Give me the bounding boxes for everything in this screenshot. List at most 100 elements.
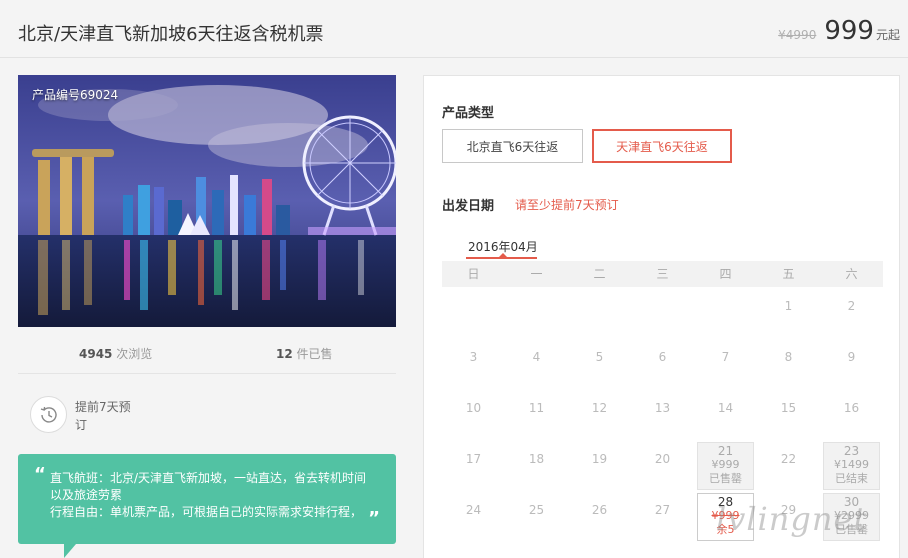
calendar-day-number: 22 <box>780 452 797 466</box>
calendar-day-number: 15 <box>780 401 797 415</box>
sold-stat: 12 件已售 <box>276 345 333 362</box>
calendar-day: 18 <box>505 441 568 492</box>
calendar-day-number: 3 <box>469 350 478 364</box>
calendar-day-number: 4 <box>532 350 541 364</box>
calendar-day-number: 29 <box>780 503 797 517</box>
calendar-day-number: 17 <box>465 452 482 466</box>
month-underline <box>466 257 537 259</box>
calendar-day: 22 <box>757 441 820 492</box>
calendar-day: 17 <box>442 441 505 492</box>
feature-line-2: 行程自由：单机票产品，可根据自己的实际需求安排行程， <box>50 505 363 519</box>
calendar-day: 26 <box>568 492 631 543</box>
close-quote-icon: ” <box>368 508 380 529</box>
departure-date-label: 出发日期 <box>442 199 495 214</box>
weekday-header: 日 一 二 三 四 五 六 <box>442 261 883 287</box>
weekday: 四 <box>719 267 732 281</box>
calendar-day-number: 18 <box>528 452 545 466</box>
calendar-day[interactable]: 21 ¥999 已售罄 <box>694 441 757 492</box>
calendar-week: 12 <box>442 288 883 339</box>
calendar-day-number: 13 <box>654 401 671 415</box>
type-option-tianjin[interactable]: 天津直飞6天往返 <box>592 129 732 163</box>
calendar-day: 16 <box>820 390 883 441</box>
calendar-day-number: 16 <box>843 401 860 415</box>
calendar-day: 10 <box>442 390 505 441</box>
calendar-day: 11 <box>505 390 568 441</box>
calendar-day: 4 <box>505 339 568 390</box>
calendar-day-number: 25 <box>528 503 545 517</box>
original-price: ¥4990 <box>778 28 817 42</box>
calendar-day <box>631 288 694 339</box>
calendar-week: 3 4 5 6 7 8 9 <box>442 339 883 390</box>
calendar-day-number: 26 <box>591 503 608 517</box>
weekday: 三 <box>656 267 669 281</box>
calendar-day-number: 30 <box>843 495 860 509</box>
calendar-day-number: 9 <box>847 350 856 364</box>
calendar-day: 12 <box>568 390 631 441</box>
calendar-day-number: 7 <box>721 350 730 364</box>
calendar-day <box>694 288 757 339</box>
calendar-day <box>442 288 505 339</box>
calendar-day: 29 <box>757 492 820 543</box>
calendar-week: 10 11 12 13 14 15 16 <box>442 390 883 441</box>
calendar-day: 19 <box>568 441 631 492</box>
calendar-day: 6 <box>631 339 694 390</box>
weekday: 六 <box>845 267 858 281</box>
calendar-day[interactable]: 30 ¥2999 已售罄 <box>820 492 883 543</box>
calendar-week: 24 25 26 27 28 ¥999 余5 29 30 ¥2999 已售罄 <box>442 492 883 543</box>
calendar-day: 9 <box>820 339 883 390</box>
calendar-day-number: 1 <box>784 299 793 313</box>
views-count: 4945 <box>79 347 113 361</box>
calendar-day-number: 27 <box>654 503 671 517</box>
calendar-day <box>505 288 568 339</box>
calendar-day: 13 <box>631 390 694 441</box>
product-type-label: 产品类型 <box>442 106 495 121</box>
calendar-day-number: 11 <box>528 401 545 415</box>
calendar-day: 1 <box>757 288 820 339</box>
calendar-day: 15 <box>757 390 820 441</box>
sold-label: 件已售 <box>292 347 333 361</box>
calendar-day[interactable]: 23 ¥1499 已结束 <box>820 441 883 492</box>
calendar-day-number: 12 <box>591 401 608 415</box>
calendar-day: 20 <box>631 441 694 492</box>
calendar-day: 7 <box>694 339 757 390</box>
weekday: 二 <box>593 267 606 281</box>
calendar-day-number: 20 <box>654 452 671 466</box>
weekday: 日 <box>467 267 480 281</box>
product-stats: 4945 次浏览 12 件已售 <box>18 330 396 374</box>
calendar-day: 8 <box>757 339 820 390</box>
page-title: 北京/天津直飞新加坡6天往返含税机票 <box>18 24 324 45</box>
calendar-grid: 1 2 3 4 5 6 7 8 9 10 11 12 13 14 15 16 17 18 19 20 21 ¥999 已售罄… <box>442 288 883 543</box>
calendar-day-status: 已售罄 <box>709 472 742 485</box>
calendar-day-number: 8 <box>784 350 793 364</box>
clock-icon <box>30 396 67 433</box>
calendar-day-number: 14 <box>717 401 734 415</box>
price-unit: 元起 <box>875 28 900 42</box>
calendar-day-number: 28 <box>717 495 734 509</box>
calendar-day-number: 24 <box>465 503 482 517</box>
calendar-day: 24 <box>442 492 505 543</box>
calendar-day: 3 <box>442 339 505 390</box>
calendar-day-number: 23 <box>843 444 860 458</box>
product-image[interactable]: 产品编号69024 <box>18 75 396 327</box>
feature-line-1: 直飞航班：北京/天津直飞新加坡，一站直达，省去转机时间以及旅途劳累 <box>50 471 367 502</box>
calendar-day-status: 已售罄 <box>835 523 868 536</box>
calendar-day-number: 10 <box>465 401 482 415</box>
calendar-day-number: 21 <box>717 444 734 458</box>
calendar-day-number: 6 <box>658 350 667 364</box>
open-quote-icon: “ <box>34 464 46 485</box>
type-option-beijing[interactable]: 北京直飞6天往返 <box>442 129 583 163</box>
calendar-day: 14 <box>694 390 757 441</box>
page-header: 北京/天津直飞新加坡6天往返含税机票 ¥4990 999 元起 <box>0 0 908 58</box>
calendar-day-number: 5 <box>595 350 604 364</box>
calendar-day <box>568 288 631 339</box>
calendar-day: 27 <box>631 492 694 543</box>
calendar-day-number: 19 <box>591 452 608 466</box>
calendar-day: 2 <box>820 288 883 339</box>
calendar-day-number: 2 <box>847 299 856 313</box>
calendar-day-status: 余5 <box>716 523 735 536</box>
views-stat: 4945 次浏览 <box>79 345 152 362</box>
feature-tail <box>64 544 76 558</box>
views-label: 次浏览 <box>112 347 153 361</box>
calendar-day[interactable]: 28 ¥999 余5 <box>694 492 757 543</box>
calendar-day: 25 <box>505 492 568 543</box>
